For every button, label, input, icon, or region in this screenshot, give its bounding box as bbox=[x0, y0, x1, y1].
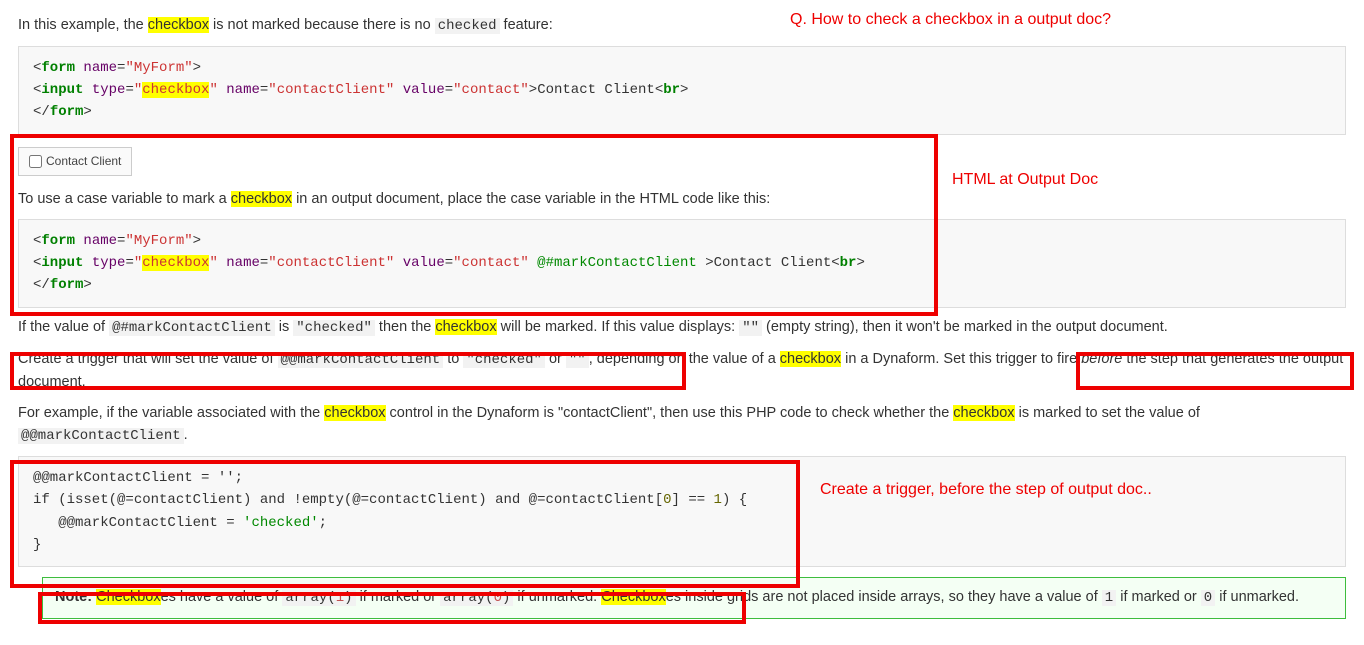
case-variable-paragraph: To use a case variable to mark a checkbo… bbox=[18, 188, 1346, 210]
highlight-checkbox: checkbox bbox=[324, 405, 385, 421]
code-markvar: @#markContactClient bbox=[109, 320, 275, 336]
text: is not marked because there is no bbox=[209, 17, 435, 33]
contact-client-checkbox[interactable] bbox=[29, 155, 42, 168]
highlight-checkbox: Checkbox bbox=[96, 589, 160, 605]
value-explanation-paragraph: If the value of @#markContactClient is "… bbox=[18, 316, 1346, 340]
highlight-checkbox: Checkbox bbox=[601, 589, 665, 605]
trigger-paragraph: Create a trigger that will set the value… bbox=[18, 348, 1346, 394]
code-checked: checked bbox=[435, 18, 500, 34]
annotation-trigger: Create a trigger, before the step of out… bbox=[820, 478, 1152, 503]
code-block-1: <form name="MyForm"> <input type="checkb… bbox=[18, 46, 1346, 135]
highlight-checkbox: checkbox bbox=[148, 17, 209, 33]
highlight-checkbox: checkbox bbox=[435, 319, 496, 335]
annotation-html-output: HTML at Output Doc bbox=[952, 168, 1098, 193]
intro-paragraph: In this example, the checkbox is not mar… bbox=[18, 14, 1346, 38]
code-block-3: @@markContactClient = ''; if (isset(@=co… bbox=[18, 456, 1346, 568]
php-example-paragraph: For example, if the variable associated … bbox=[18, 402, 1346, 448]
note-label: Note: bbox=[55, 589, 92, 605]
annotation-question: Q. How to check a checkbox in a output d… bbox=[790, 8, 1111, 33]
note-box: Note: Checkboxes have a value of array(1… bbox=[42, 577, 1346, 618]
text: feature: bbox=[500, 17, 553, 33]
checkbox-label: Contact Client bbox=[46, 154, 121, 168]
highlight-checkbox: checkbox bbox=[953, 405, 1014, 421]
checkbox-widget: Contact Client bbox=[18, 147, 132, 176]
highlight-checkbox: checkbox bbox=[780, 351, 841, 367]
highlight-checkbox: checkbox bbox=[231, 191, 292, 207]
code-block-2: <form name="MyForm"> <input type="checkb… bbox=[18, 219, 1346, 308]
text: In this example, the bbox=[18, 17, 148, 33]
